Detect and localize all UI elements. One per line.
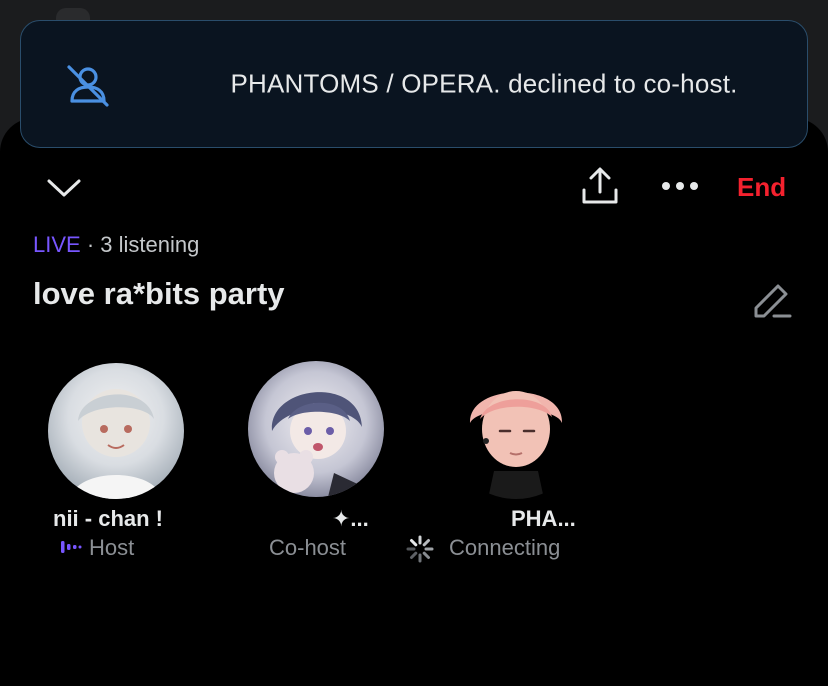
avatar-art (469, 391, 563, 499)
more-dots-icon[interactable] (660, 180, 700, 192)
participant-role: Host (89, 535, 135, 560)
share-icon[interactable] (580, 166, 620, 206)
participant-role: Connecting (449, 535, 561, 560)
end-space-button[interactable]: End (737, 172, 786, 203)
loading-spinner-icon (406, 535, 434, 563)
avatar-art (70, 389, 162, 499)
chevron-down-icon[interactable] (46, 176, 82, 200)
cohost-declined-toast: PHANTOMS / OPERA. declined to co-host. (20, 20, 808, 148)
avatar[interactable] (448, 363, 584, 499)
person-declined-icon (67, 65, 109, 107)
space-title: love ra*bits party (33, 276, 285, 311)
avatar[interactable] (48, 363, 184, 499)
toast-message: PHANTOMS / OPERA. declined to co-host. (230, 68, 738, 99)
participant-name: PHA... (511, 506, 576, 531)
participant-name: nii - chan ! (53, 506, 163, 531)
status-separator: · (80, 232, 101, 257)
avatar[interactable] (248, 361, 384, 497)
participant-role: Co-host (269, 535, 347, 560)
live-badge: LIVE (33, 232, 81, 257)
speaking-bars-icon (61, 541, 82, 553)
edit-pencil-icon[interactable] (752, 280, 792, 320)
listening-count: 3 listening (100, 232, 200, 257)
participant-name: ✦... (332, 506, 369, 531)
avatar-art (271, 392, 364, 497)
space-status: LIVE · 3 listening (33, 232, 199, 258)
